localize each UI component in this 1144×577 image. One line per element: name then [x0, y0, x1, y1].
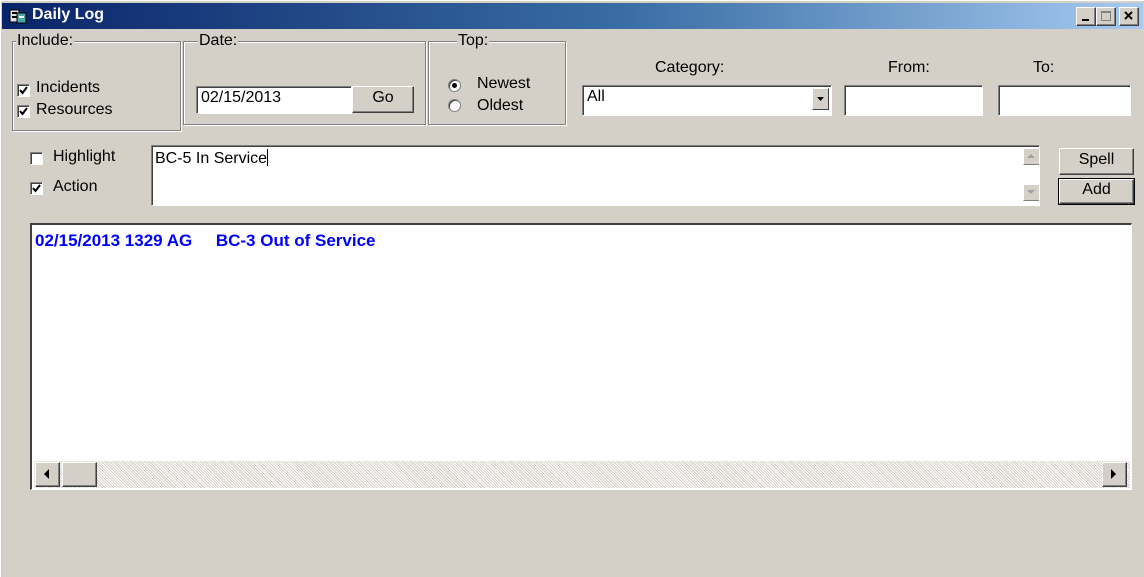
- category-dropdown-button[interactable]: [812, 88, 829, 110]
- category-selected-value: All: [587, 88, 605, 105]
- highlight-label[interactable]: Highlight: [53, 148, 115, 166]
- from-label: From:: [888, 59, 930, 76]
- maximize-icon: [1101, 11, 1111, 21]
- incidents-checkbox[interactable]: [17, 84, 30, 97]
- scroll-right-button[interactable]: [1102, 462, 1127, 487]
- maximize-button[interactable]: [1096, 7, 1116, 26]
- checkmark-icon: [32, 184, 41, 193]
- minimize-icon: [1082, 19, 1089, 21]
- date-input[interactable]: 02/15/2013: [196, 86, 352, 114]
- category-dropdown[interactable]: All: [582, 85, 832, 116]
- window-title: Daily Log: [32, 6, 105, 23]
- checkmark-icon: [19, 107, 28, 116]
- highlight-checkbox[interactable]: [30, 152, 43, 165]
- textarea-scroll-up-button[interactable]: [1023, 148, 1039, 165]
- arrow-down-icon: [1027, 190, 1035, 194]
- action-checkbox[interactable]: [30, 182, 43, 195]
- from-input[interactable]: [844, 85, 983, 116]
- resources-label[interactable]: Resources: [36, 101, 112, 119]
- incidents-label[interactable]: Incidents: [36, 79, 100, 97]
- newest-radio[interactable]: [448, 79, 461, 92]
- go-button[interactable]: Go: [352, 86, 414, 113]
- arrow-left-icon: [44, 469, 49, 479]
- scroll-thumb[interactable]: [62, 462, 97, 487]
- checkmark-icon: [19, 86, 28, 95]
- include-legend: Include:: [16, 32, 75, 49]
- chevron-down-icon: [817, 97, 824, 101]
- title-bar[interactable]: Daily Log: [2, 3, 1143, 29]
- daily-log-list[interactable]: 02/15/2013 1329 AG BC-3 Out of Service: [30, 223, 1132, 490]
- to-input[interactable]: [998, 85, 1131, 116]
- date-legend: Date:: [198, 32, 239, 49]
- minimize-button[interactable]: [1076, 7, 1096, 26]
- category-label: Category:: [655, 59, 725, 76]
- resources-checkbox[interactable]: [17, 105, 30, 118]
- newest-label[interactable]: Newest: [477, 75, 530, 93]
- daily-log-window: Daily Log Include: Incidents Resources D…: [0, 0, 1144, 577]
- spell-button[interactable]: Spell: [1059, 148, 1134, 175]
- log-entry-text: BC-5 In Service: [155, 150, 268, 167]
- top-legend: Top:: [457, 32, 490, 49]
- add-button[interactable]: Add: [1058, 178, 1135, 205]
- oldest-radio[interactable]: [448, 99, 461, 112]
- list-item[interactable]: 02/15/2013 1329 AG BC-3 Out of Service: [35, 231, 375, 251]
- action-label[interactable]: Action: [53, 178, 97, 196]
- oldest-label[interactable]: Oldest: [477, 97, 523, 115]
- arrow-up-icon: [1027, 154, 1035, 158]
- close-button[interactable]: [1119, 7, 1139, 26]
- close-icon: [1124, 11, 1133, 20]
- textarea-scroll-down-button[interactable]: [1023, 184, 1039, 201]
- to-label: To:: [1033, 59, 1055, 76]
- log-entry-textarea[interactable]: BC-5 In Service: [151, 145, 1040, 206]
- text-caret: [267, 149, 269, 166]
- scroll-left-button[interactable]: [35, 462, 60, 487]
- horizontal-scrollbar[interactable]: [34, 461, 1130, 488]
- daily-log-app-icon: [9, 7, 27, 25]
- radio-selected-dot: [452, 83, 457, 88]
- arrow-right-icon: [1111, 469, 1116, 479]
